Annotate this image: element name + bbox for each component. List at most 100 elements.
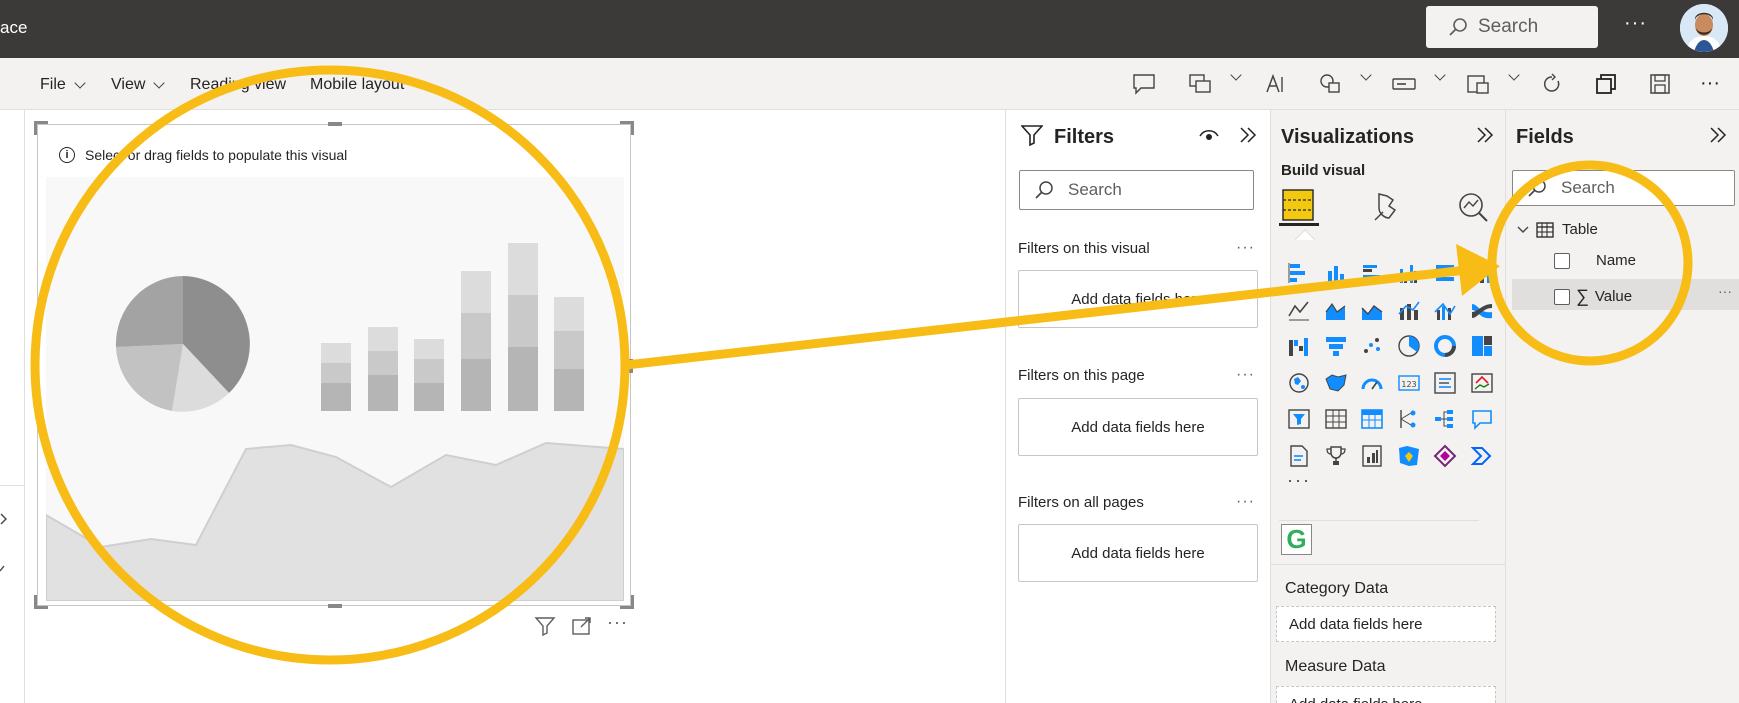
resize-handle-bottom-left[interactable] — [34, 595, 48, 609]
chevron-right-icon[interactable] — [0, 512, 10, 526]
get-more-visuals-button[interactable]: ··· — [1287, 470, 1311, 491]
trophy-icon[interactable] — [1318, 438, 1355, 475]
empty-visual[interactable]: i Select or drag fields to populate this… — [34, 121, 634, 609]
power-apps-icon[interactable] — [1427, 438, 1464, 475]
slicer-icon[interactable] — [1281, 401, 1318, 438]
qna-icon[interactable] — [1464, 401, 1501, 438]
build-visual-tab[interactable] — [1279, 186, 1319, 226]
mobile-layout-button[interactable]: Mobile layout — [310, 76, 404, 94]
card-icon[interactable]: 123 — [1391, 365, 1428, 402]
collapse-visualizations-icon[interactable] — [1475, 125, 1495, 145]
filled-map-icon[interactable] — [1318, 365, 1355, 402]
save-icon[interactable] — [1648, 73, 1672, 95]
gauge-icon[interactable] — [1354, 365, 1391, 402]
area-chart-icon[interactable] — [1318, 292, 1355, 329]
fields-search-input[interactable]: Search — [1512, 170, 1735, 206]
funnel-chart-icon[interactable] — [1318, 328, 1355, 365]
chevron-down-icon[interactable] — [1360, 69, 1372, 81]
scatter-chart-icon[interactable] — [1354, 328, 1391, 365]
category-data-drop-zone[interactable]: Add data fields here — [1276, 606, 1496, 642]
avatar[interactable] — [1680, 4, 1728, 52]
pie-chart-icon[interactable] — [1391, 328, 1428, 365]
waterfall-chart-icon[interactable] — [1281, 328, 1318, 365]
duplicate-icon[interactable] — [1594, 73, 1618, 95]
field-value-checkbox[interactable] — [1554, 288, 1570, 305]
comment-icon[interactable] — [1132, 73, 1156, 95]
focus-mode-icon[interactable] — [571, 616, 593, 636]
100-stacked-column-chart-icon[interactable] — [1464, 255, 1501, 292]
ribbon-chart-icon[interactable] — [1464, 292, 1501, 329]
collapse-fields-icon[interactable] — [1708, 125, 1728, 145]
resize-handle-left[interactable] — [35, 359, 39, 373]
resize-handle-bottom-right[interactable] — [620, 595, 634, 609]
table-node[interactable]: Table — [1516, 221, 1598, 238]
key-influencers-icon[interactable] — [1391, 401, 1428, 438]
resize-handle-right[interactable] — [629, 359, 633, 373]
field-value-row[interactable]: ∑ Value ··· — [1512, 279, 1739, 310]
filters-all-pages-more-button[interactable]: ··· — [1236, 493, 1255, 511]
text-box-icon[interactable] — [1264, 73, 1288, 95]
line-and-clustered-column-icon[interactable] — [1427, 292, 1464, 329]
custom-visual-button[interactable]: G — [1281, 524, 1312, 555]
file-menu[interactable]: File — [40, 76, 86, 94]
ribbon-more-button[interactable]: ··· — [1700, 72, 1720, 95]
visual-more-options-button[interactable]: ··· — [607, 612, 628, 633]
table-visual-icon[interactable] — [1318, 401, 1355, 438]
resize-handle-top-right[interactable] — [620, 121, 634, 135]
map-icon[interactable] — [1281, 365, 1318, 402]
decomposition-tree-icon[interactable] — [1427, 401, 1464, 438]
stacked-area-chart-icon[interactable] — [1354, 292, 1391, 329]
azure-map-icon[interactable] — [1391, 438, 1428, 475]
chevron-down-icon[interactable] — [1434, 69, 1446, 81]
100-stacked-bar-chart-icon[interactable] — [1427, 255, 1464, 292]
field-name-checkbox[interactable] — [1554, 252, 1570, 269]
filters-page-more-button[interactable]: ··· — [1236, 366, 1255, 384]
field-value[interactable]: ∑ Value — [1554, 286, 1632, 307]
measure-data-drop-zone[interactable]: Add data fields here — [1276, 686, 1496, 703]
top-search-box[interactable]: Search — [1426, 6, 1598, 48]
format-visual-icon[interactable] — [1371, 190, 1405, 224]
check-icon[interactable] — [0, 562, 10, 576]
filters-all-pages-drop-zone[interactable]: Add data fields here — [1018, 524, 1258, 582]
placeholder-illustration — [46, 177, 624, 601]
stacked-bar-chart-icon[interactable] — [1281, 255, 1318, 292]
collapse-filters-icon[interactable] — [1238, 125, 1258, 145]
chevron-down-icon[interactable] — [1508, 69, 1520, 81]
reading-view-button[interactable]: Reading view — [190, 76, 286, 94]
filters-page-drop-zone[interactable]: Add data fields here — [1018, 398, 1258, 456]
line-chart-icon[interactable] — [1281, 292, 1318, 329]
clustered-column-chart-icon[interactable] — [1391, 255, 1428, 292]
more-options-button[interactable]: ··· — [1624, 12, 1647, 35]
power-automate-icon[interactable] — [1464, 438, 1501, 475]
clustered-bar-chart-icon[interactable] — [1354, 255, 1391, 292]
paginated-report-icon[interactable] — [1354, 438, 1391, 475]
chevron-down-icon[interactable] — [1230, 69, 1242, 81]
filters-search-input[interactable]: Search — [1019, 170, 1254, 210]
buttons-icon[interactable] — [1392, 73, 1416, 95]
resize-handle-top-left[interactable] — [34, 121, 48, 135]
visual-gallery-icon[interactable] — [1466, 73, 1490, 95]
report-canvas[interactable]: i Select or drag fields to populate this… — [25, 110, 1005, 703]
stacked-column-chart-icon[interactable] — [1318, 255, 1355, 292]
resize-handle-bottom[interactable] — [328, 604, 342, 608]
smart-narrative-icon[interactable] — [1281, 438, 1318, 475]
field-name[interactable]: Name — [1554, 252, 1636, 269]
kpi-icon[interactable] — [1464, 365, 1501, 402]
line-and-column-chart-icon[interactable] — [1391, 292, 1428, 329]
donut-chart-icon[interactable] — [1427, 328, 1464, 365]
filter-icon[interactable] — [534, 616, 556, 636]
filters-visual-more-button[interactable]: ··· — [1236, 239, 1255, 257]
resize-handle-top[interactable] — [328, 122, 342, 126]
treemap-icon[interactable] — [1464, 328, 1501, 365]
multi-row-card-icon[interactable] — [1427, 365, 1464, 402]
field-value-more-button[interactable]: ··· — [1718, 283, 1732, 299]
refresh-icon[interactable] — [1540, 73, 1564, 95]
eye-icon[interactable] — [1198, 126, 1220, 144]
shapes-icon[interactable] — [1318, 73, 1342, 95]
visual-interactions-icon[interactable] — [1188, 73, 1212, 95]
matrix-icon[interactable] — [1354, 401, 1391, 438]
analytics-icon[interactable] — [1456, 190, 1490, 224]
view-menu[interactable]: View — [111, 76, 166, 94]
workspace-title[interactable]: ace — [0, 18, 27, 38]
filters-visual-drop-zone[interactable]: Add data fields here — [1018, 270, 1258, 328]
